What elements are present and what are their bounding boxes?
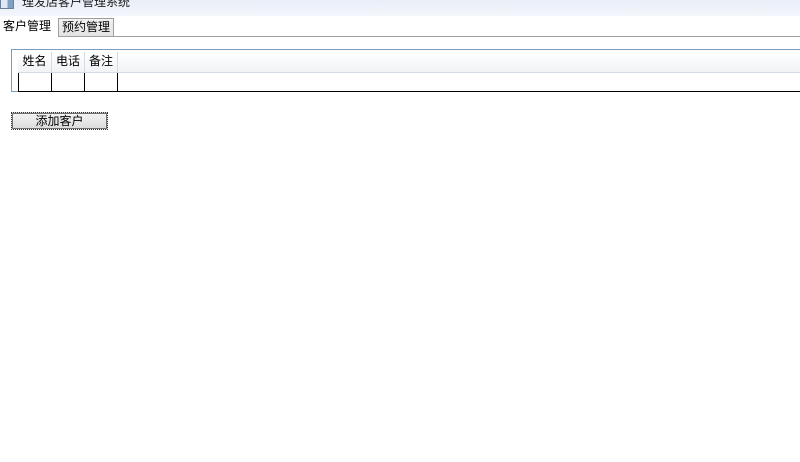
app-window-icon (0, 0, 14, 9)
tab-strip: 客户管理 预约管理 (0, 16, 800, 37)
tab-customer-management[interactable]: 客户管理 (0, 16, 55, 37)
cell-name[interactable] (18, 73, 51, 91)
column-header-notes[interactable]: 备注 (85, 52, 118, 72)
cell-notes[interactable] (84, 73, 117, 91)
window-title: 理发店客户管理系统 (22, 0, 131, 9)
title-bar[interactable]: 理发店客户管理系统 (0, 0, 800, 16)
table-row[interactable] (18, 73, 800, 92)
tab-divider (58, 36, 800, 37)
row-end-divider (117, 73, 118, 91)
tab-appointment-management[interactable]: 预约管理 (58, 18, 115, 37)
column-header-name[interactable]: 姓名 (18, 52, 52, 72)
cell-phone[interactable] (51, 73, 84, 91)
add-customer-button[interactable]: 添加客户 (11, 112, 108, 130)
customer-table[interactable]: 姓名 电话 备注 (11, 49, 800, 92)
column-header-phone[interactable]: 电话 (52, 52, 85, 72)
table-header: 姓名 电话 备注 (18, 52, 800, 73)
app-window: 理发店客户管理系统 客户管理 预约管理 姓名 电话 备注 添加客户 (0, 0, 800, 462)
